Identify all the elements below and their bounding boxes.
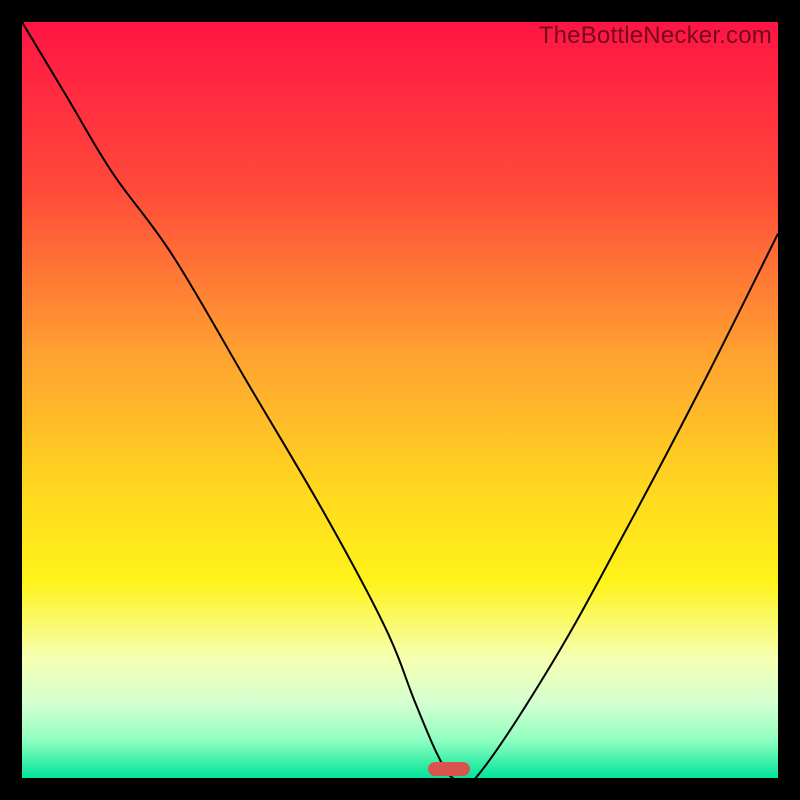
bottleneck-curve — [22, 22, 778, 778]
optimal-marker — [428, 762, 470, 776]
chart-frame: TheBottleNecker.com — [0, 0, 800, 800]
plot-area: TheBottleNecker.com — [22, 22, 778, 778]
